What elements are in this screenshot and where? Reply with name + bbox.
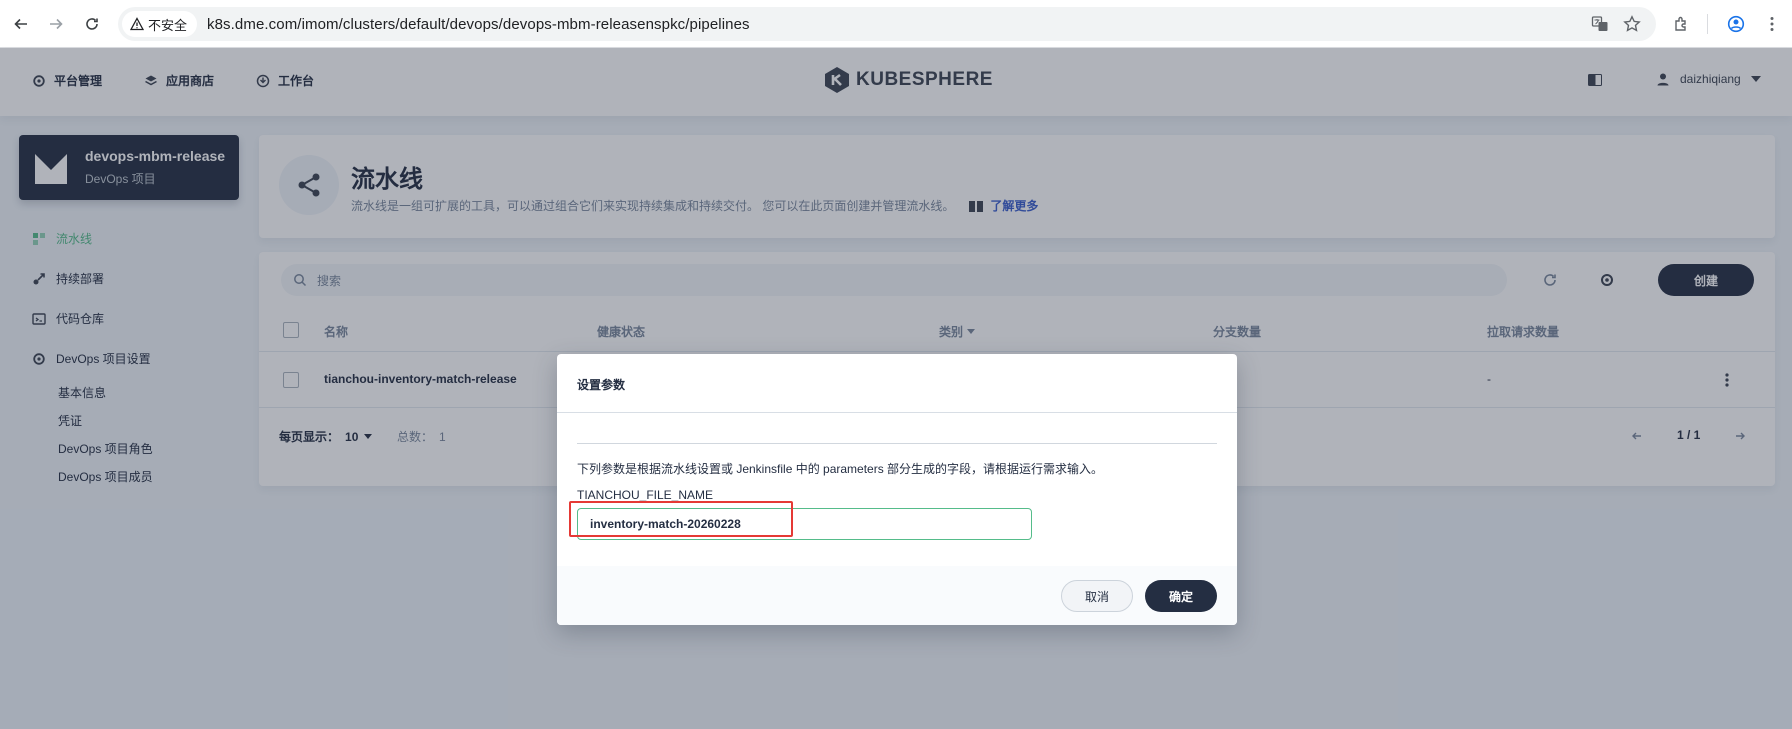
param-value-input[interactable] <box>577 508 1032 540</box>
set-parameters-dialog: 设置参数 下列参数是根据流水线设置或 Jenkinsfile 中的 parame… <box>557 354 1237 625</box>
address-bar[interactable]: 不安全 k8s.dme.com/imom/clusters/default/de… <box>118 7 1656 41</box>
security-chip[interactable]: 不安全 <box>122 11 198 37</box>
profile-icon[interactable] <box>1724 12 1748 36</box>
dialog-title: 设置参数 <box>577 378 626 392</box>
dialog-description: 下列参数是根据流水线设置或 Jenkinsfile 中的 parameters … <box>577 462 1104 476</box>
dialog-footer: 取消 确定 <box>557 566 1237 625</box>
extensions-icon[interactable] <box>1670 12 1694 36</box>
param-label: TIANCHOU_FILE_NAME <box>577 488 714 502</box>
back-icon[interactable] <box>9 12 33 36</box>
menu-kebab-icon[interactable] <box>1760 12 1784 36</box>
cancel-button[interactable]: 取消 <box>1061 580 1133 612</box>
dialog-body: 下列参数是根据流水线设置或 Jenkinsfile 中的 parameters … <box>557 414 1237 566</box>
ok-button[interactable]: 确定 <box>1145 580 1217 612</box>
forward-icon[interactable] <box>44 12 68 36</box>
bookmark-star-icon[interactable] <box>1620 12 1644 36</box>
security-label: 不安全 <box>148 17 188 33</box>
warning-icon <box>130 17 144 31</box>
browser-toolbar: 不安全 k8s.dme.com/imom/clusters/default/de… <box>0 0 1792 48</box>
dialog-header: 设置参数 <box>557 354 1237 413</box>
toolbar-divider <box>1707 14 1708 34</box>
reload-icon[interactable] <box>80 12 104 36</box>
url-text[interactable]: k8s.dme.com/imom/clusters/default/devops… <box>207 16 750 33</box>
divider <box>577 443 1217 444</box>
translate-icon[interactable] <box>1588 12 1612 36</box>
